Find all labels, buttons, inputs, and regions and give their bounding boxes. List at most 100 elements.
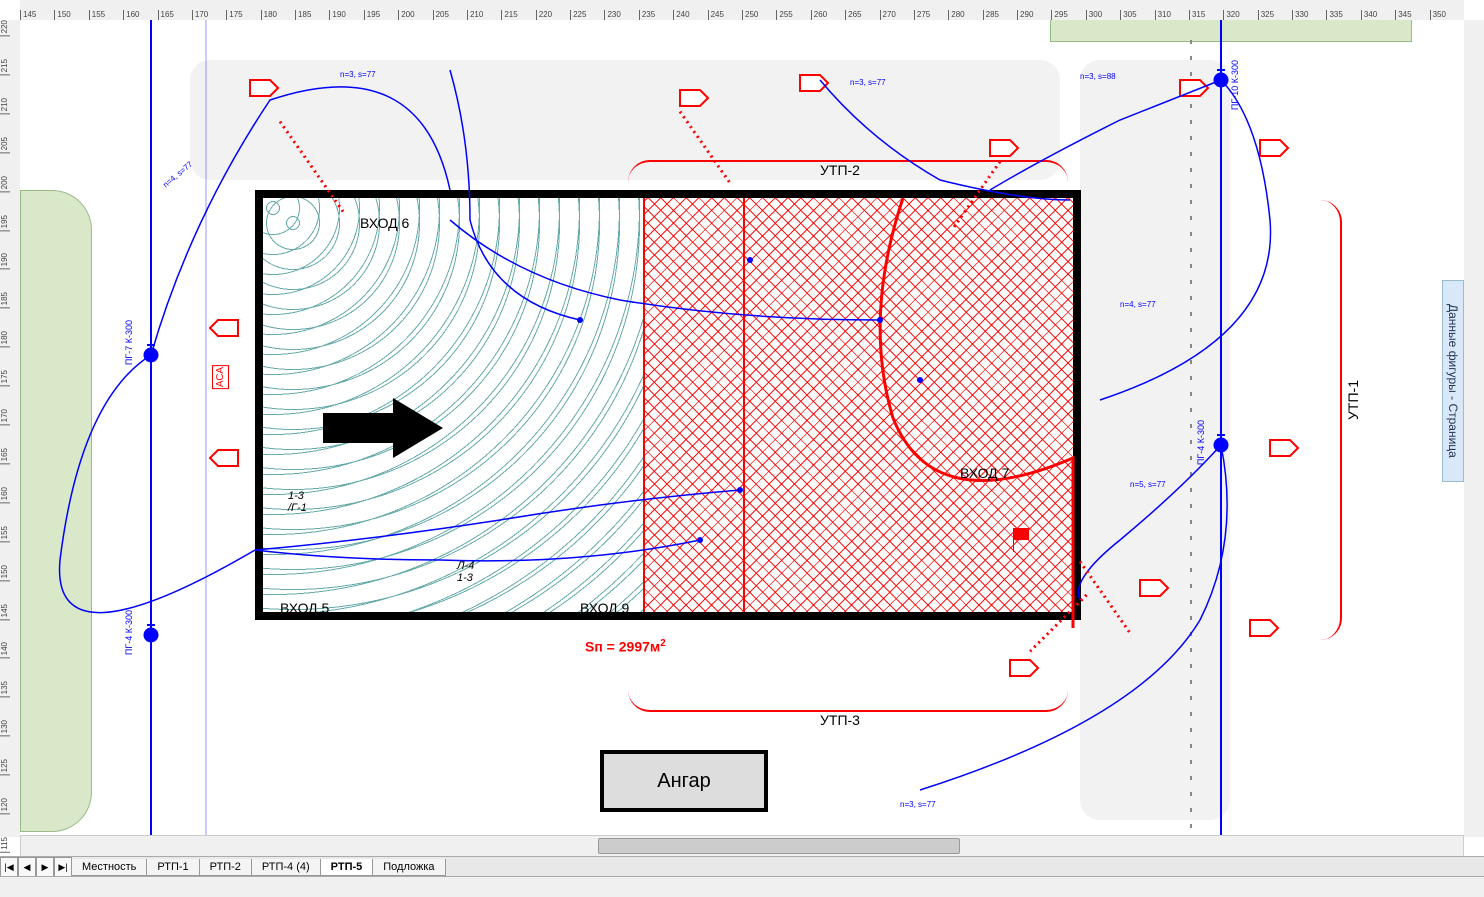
ruler-tick: 170 [0, 409, 10, 425]
ruler-tick: 135 [0, 681, 10, 697]
brace-utp3 [628, 690, 1068, 712]
ruler-tick: 180 [0, 331, 10, 347]
label-13b: 1-3 [288, 490, 304, 502]
pipeline [1220, 20, 1222, 837]
label-vhod9: ВХОД 9 [580, 600, 629, 616]
pipeline [205, 20, 207, 837]
hangar-box: Ангар [600, 750, 768, 812]
ruler-tick: 335 [1326, 10, 1342, 20]
ruler-tick: 155 [0, 526, 10, 542]
hose-note: n=3, s=77 [900, 800, 936, 809]
ruler-tick: 210 [0, 98, 10, 114]
side-panel-tab[interactable]: Данные фигуры - Страница [1442, 280, 1464, 482]
ruler-tick: 195 [364, 10, 380, 20]
scrollbar-horizontal[interactable] [20, 835, 1464, 857]
truck-icon [210, 450, 238, 466]
ruler-tick: 305 [1120, 10, 1136, 20]
flag-icon [1013, 528, 1033, 552]
smoke-zone [263, 198, 643, 612]
ruler-tick: 250 [742, 10, 758, 20]
hose-note: n=3, s=88 [1080, 72, 1116, 81]
ruler-tick: 195 [0, 215, 10, 231]
page-tab[interactable]: РТП-2 [199, 859, 252, 876]
ruler-vertical-right [1463, 20, 1484, 837]
ruler-tick: 200 [0, 176, 10, 192]
tab-nav-button[interactable]: |◀ [0, 857, 18, 877]
ruler-tick: 300 [1086, 10, 1102, 20]
label-vhod7: ВХОД 7 [960, 465, 1009, 481]
ruler-tick: 275 [914, 10, 930, 20]
ruler-tick: 290 [1017, 10, 1033, 20]
tab-nav-button[interactable]: ▶| [54, 857, 72, 877]
ruler-tick: 115 [0, 837, 10, 853]
ruler-tick: 160 [123, 10, 139, 20]
page-tab[interactable]: Местность [71, 859, 147, 876]
tab-nav-button[interactable]: ▶ [36, 857, 54, 877]
ruler-tick: 155 [89, 10, 105, 20]
truck-icon [1260, 140, 1288, 156]
road-area [1080, 60, 1230, 820]
ruler-vertical: 1151201251301351401451501551601651701751… [0, 20, 21, 837]
tab-nav-button[interactable]: ◀ [18, 857, 36, 877]
ruler-tick: 330 [1292, 10, 1308, 20]
label-13: 1-3 [457, 572, 473, 584]
scrollbar-thumb[interactable] [598, 838, 961, 854]
page-tab[interactable]: РТП-5 [320, 859, 374, 876]
ruler-tick: 295 [1051, 10, 1067, 20]
label-hydrant: ПГ-7 К-300 [124, 320, 134, 365]
page-tab[interactable]: РТП-1 [146, 859, 199, 876]
drawing: ВХОД 6 ВХОД 5 ВХОД 7 ВХОД 9 Л-4 1-3 1-3 … [20, 20, 1464, 837]
terrain [20, 190, 92, 832]
ruler-tick: 120 [0, 798, 10, 814]
hose-note: n=4, s=77 [1120, 300, 1156, 309]
ruler-tick: 150 [0, 565, 10, 581]
ruler-tick: 205 [433, 10, 449, 20]
ruler-tick: 145 [0, 604, 10, 620]
ruler-tick: 310 [1155, 10, 1171, 20]
truck-icon [210, 320, 238, 336]
building-outline [255, 190, 1081, 620]
ruler-tick: 235 [639, 10, 655, 20]
ruler-tick: 210 [467, 10, 483, 20]
area-sup: 2 [660, 638, 665, 649]
statusbar [0, 876, 1484, 897]
ruler-tick: 270 [880, 10, 896, 20]
hose-note: n=4, s=77 [161, 160, 194, 190]
divider [743, 198, 745, 612]
ruler-tick: 260 [811, 10, 827, 20]
ruler-tick: 320 [1223, 10, 1239, 20]
label-area: Sп = 2997м2 [585, 638, 666, 655]
hose-note: n=3, s=77 [340, 70, 376, 79]
label-utp1: УТП-1 [1345, 380, 1361, 420]
page-tab[interactable]: Подложка [372, 859, 445, 876]
label-utp2: УТП-2 [820, 162, 860, 178]
fire-front-curve [823, 198, 1083, 628]
truck-icon [1010, 660, 1038, 676]
hose-note: n=3, s=77 [850, 78, 886, 87]
ruler-tick: 245 [708, 10, 724, 20]
ruler-tick: 190 [329, 10, 345, 20]
label-vhod5: ВХОД 5 [280, 600, 329, 616]
truck-icon [1270, 440, 1298, 456]
ruler-tick: 340 [1361, 10, 1377, 20]
area-text: Sп = 2997м [585, 639, 660, 655]
ruler-tick: 280 [948, 10, 964, 20]
ruler-tick: 125 [0, 759, 10, 775]
label-hydrant: ПГ-4 К-300 [1196, 420, 1206, 465]
ruler-tick: 350 [1430, 10, 1446, 20]
ruler-tick: 285 [983, 10, 999, 20]
page-tab[interactable]: РТП-4 (4) [251, 859, 321, 876]
drawing-canvas[interactable]: ВХОД 6 ВХОД 5 ВХОД 7 ВХОД 9 Л-4 1-3 1-3 … [20, 20, 1464, 837]
ruler-tick: 325 [1258, 10, 1274, 20]
ruler-tick: 200 [398, 10, 414, 20]
label-utp3: УТП-3 [820, 712, 860, 728]
truck-icon [1250, 620, 1278, 636]
ruler-tick: 140 [0, 642, 10, 658]
label-ll1: /Г-1 [288, 502, 307, 514]
ruler-tick: 265 [845, 10, 861, 20]
pipeline [150, 20, 152, 837]
brace-utp1 [1320, 200, 1342, 640]
ruler-tick: 220 [536, 10, 552, 20]
ruler-horizontal: 1451501551601651701751801851901952002052… [20, 0, 1464, 21]
label-hydrant: ПГ-10 К-300 [1230, 60, 1240, 110]
